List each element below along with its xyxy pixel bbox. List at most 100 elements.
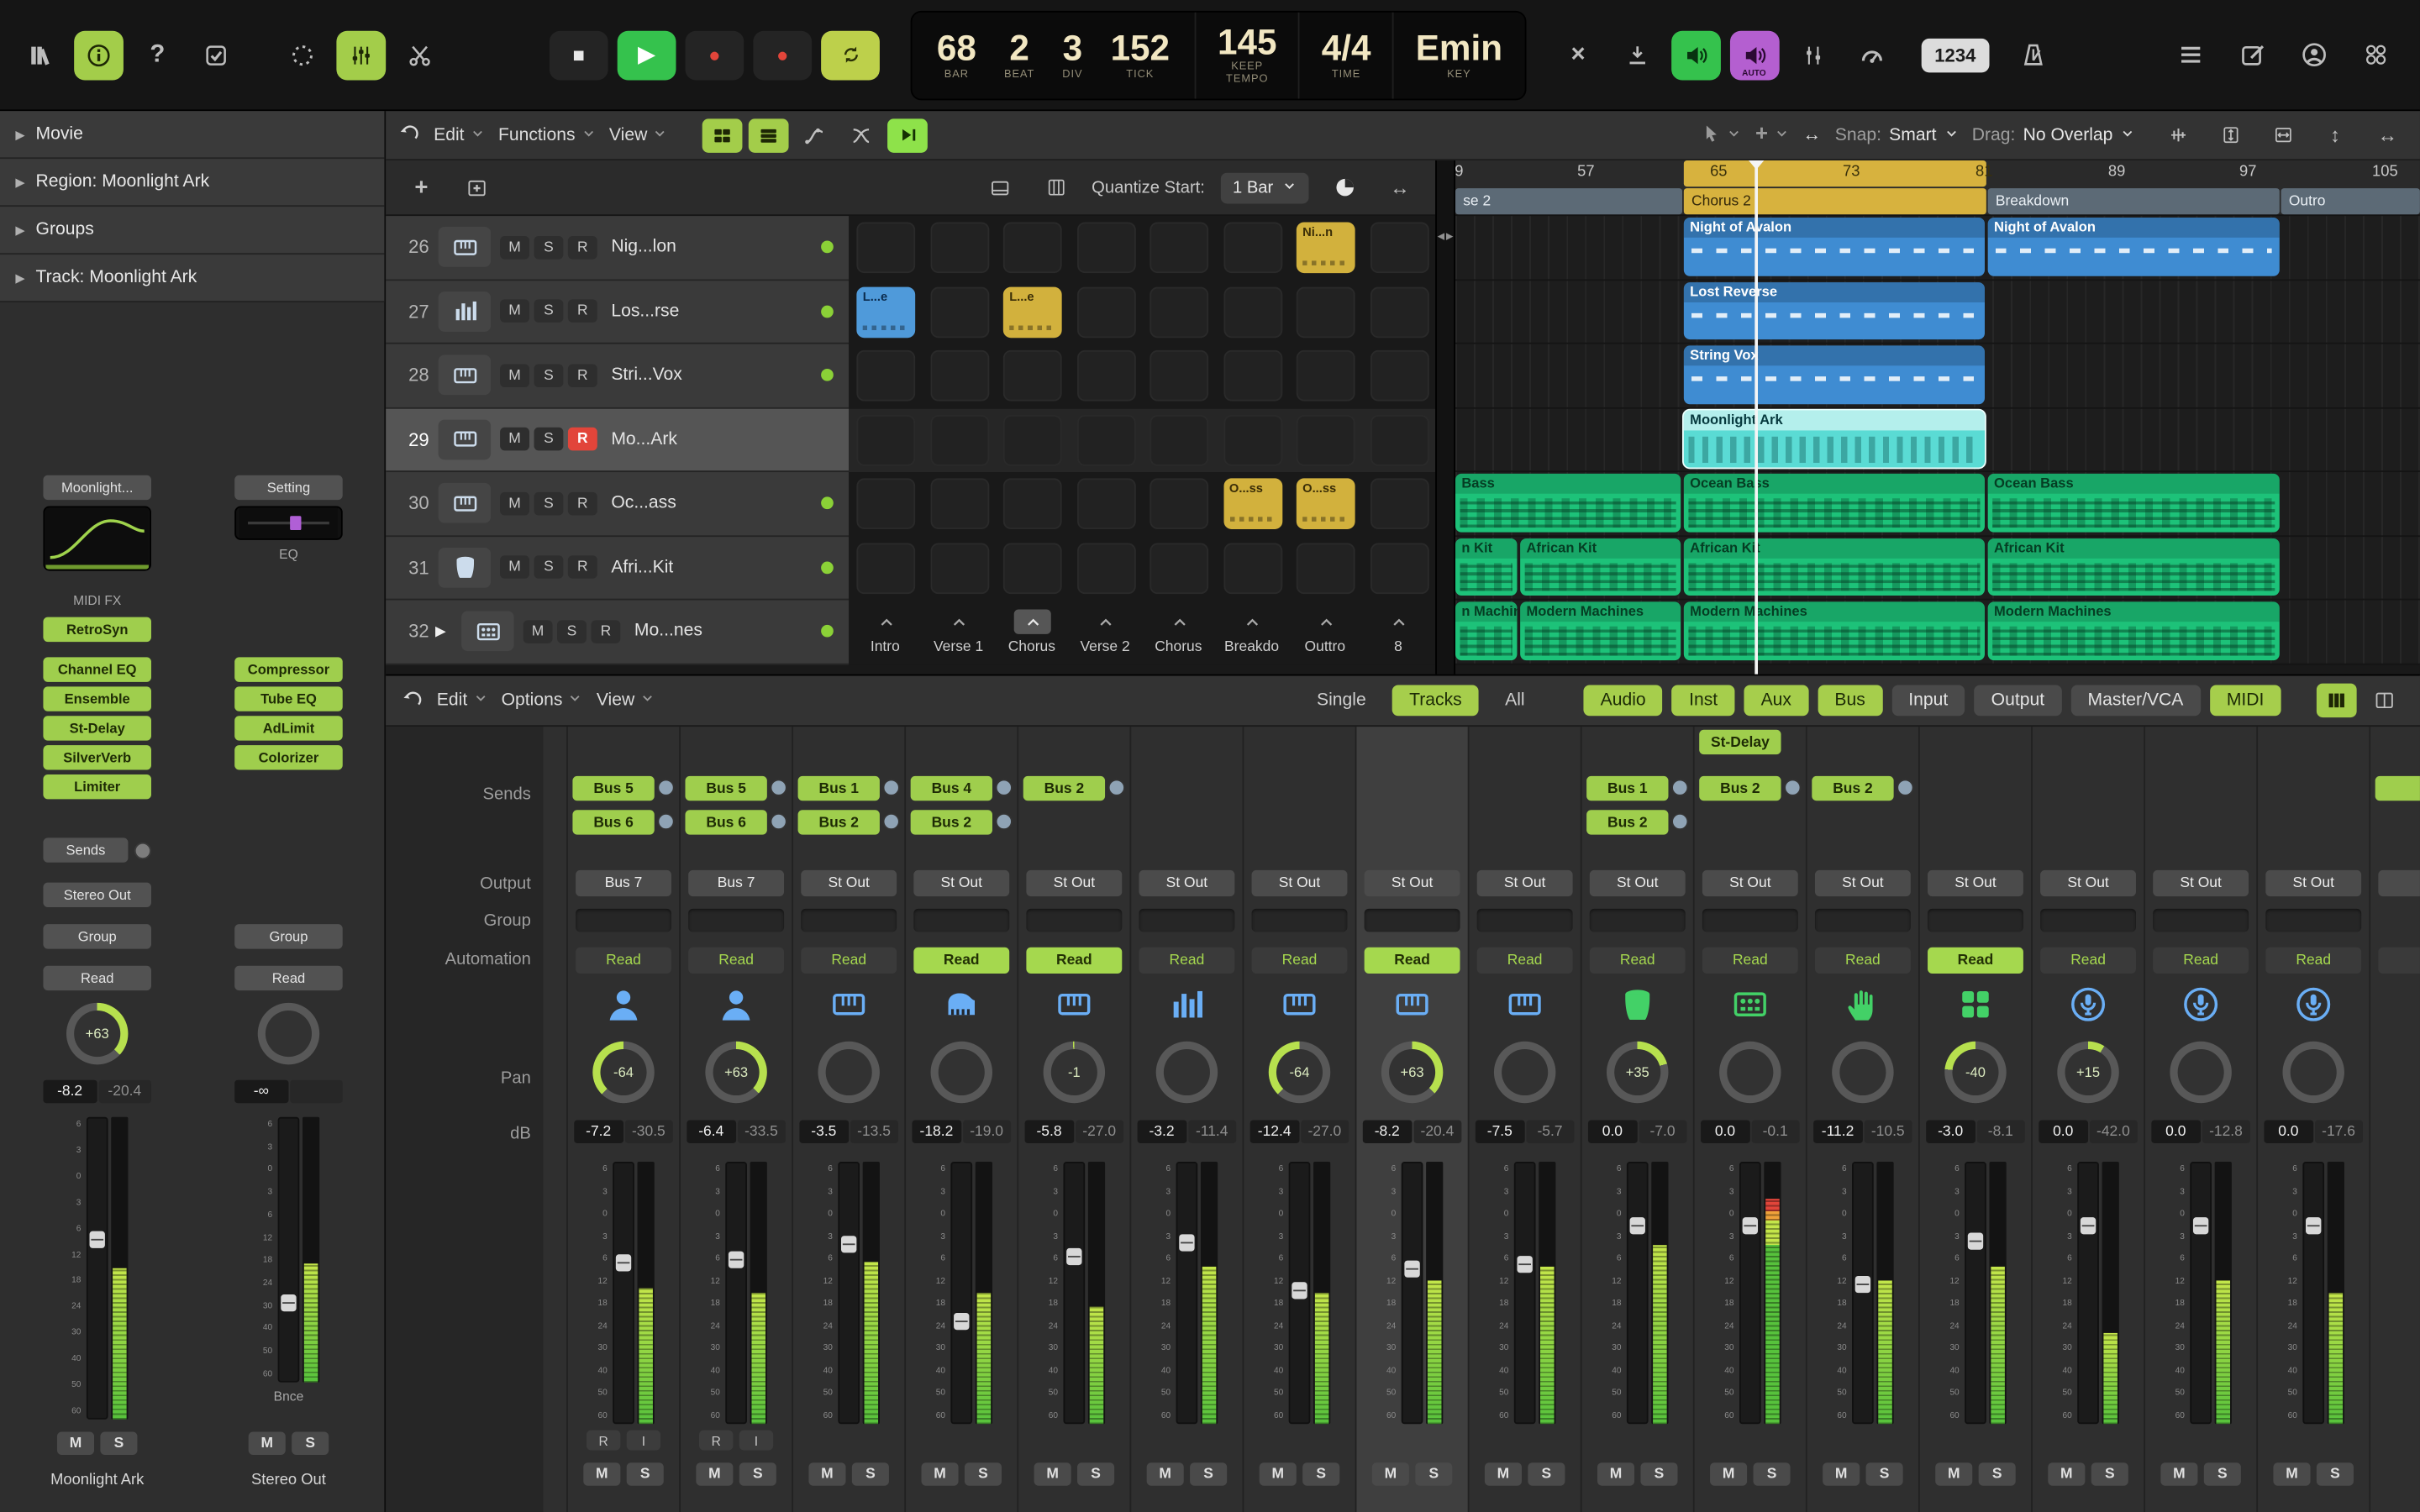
cell-play-icon[interactable]: ▶	[435, 623, 455, 638]
region[interactable]: Modern Machines	[1520, 601, 1681, 659]
automation-mode-slot[interactable]: Read	[1815, 948, 1911, 974]
channel-setting-button[interactable]: Moonlight...	[43, 475, 151, 500]
grid-button[interactable]	[702, 118, 743, 152]
mixer-channel-strip[interactable]: Bus 2St OutRead-1-5.8-27.063036121824304…	[1018, 727, 1131, 1512]
volume-fader[interactable]: 6303612182430405060	[234, 1117, 343, 1383]
empty-cell-slot[interactable]	[930, 478, 989, 529]
empty-cell-slot[interactable]	[1370, 286, 1428, 338]
scene-trigger-button[interactable]	[1087, 609, 1124, 633]
record-enable-button[interactable]: R	[568, 364, 597, 387]
solo-button[interactable]: S	[1866, 1462, 1903, 1486]
solo-button[interactable]: S	[1979, 1462, 2016, 1486]
region[interactable]: African Kit	[1684, 538, 1985, 596]
record-enable-button[interactable]: R	[699, 1431, 733, 1451]
empty-cell-slot[interactable]	[1150, 286, 1208, 338]
solo-button[interactable]: S	[852, 1462, 889, 1486]
wavezoom-button[interactable]	[2158, 118, 2198, 152]
library-button[interactable]	[15, 30, 65, 80]
fader-cap[interactable]	[2080, 1217, 2095, 1234]
output-slot[interactable]: St Out	[2040, 870, 2136, 896]
automation-slot[interactable]: Read	[234, 966, 343, 990]
scene-name[interactable]: 8	[1362, 638, 1434, 655]
fader-track[interactable]	[1176, 1162, 1197, 1424]
mixer-mode-single[interactable]: Single	[1300, 685, 1383, 716]
send-knob[interactable]	[771, 813, 787, 830]
fader-cap[interactable]	[1967, 1233, 1982, 1250]
group-slot[interactable]	[1928, 909, 2023, 932]
group-slot[interactable]	[2040, 909, 2136, 932]
fader-track[interactable]	[86, 1117, 108, 1420]
vertical-zoom-slider[interactable]: ↕	[2315, 118, 2355, 152]
send-slot[interactable]: Bus 5	[572, 776, 654, 801]
fader-cap[interactable]	[1742, 1217, 1757, 1234]
solo-button[interactable]: S	[1190, 1462, 1227, 1486]
mute-button[interactable]: M	[500, 428, 529, 451]
lcd-tempo-segment[interactable]: 145 KEEPTEMPO	[1196, 12, 1300, 98]
add-track-button[interactable]	[457, 171, 497, 204]
pointer-tool-menu[interactable]	[1701, 123, 1741, 147]
mute-button[interactable]: M	[1147, 1462, 1184, 1486]
empty-cell-slot[interactable]	[1370, 350, 1428, 402]
empty-cell-slot[interactable]	[1297, 414, 1355, 465]
empty-cell-slot[interactable]	[856, 414, 915, 465]
empty-cell-slot[interactable]	[1003, 350, 1062, 402]
volume-fader[interactable]: 6303612182430405060	[43, 1117, 151, 1420]
lcd-display[interactable]: 68BAR 2BEAT 3DIV 152TICK 145 KEEPTEMPO 4…	[911, 10, 1526, 100]
send-knob[interactable]	[996, 813, 1013, 830]
mixer-channel-strip[interactable]: St OutRead+150.0-42.06303612182430405060…	[2033, 727, 2145, 1512]
instrument-slot[interactable]: RetroSyn	[43, 617, 151, 642]
empty-cell-slot[interactable]	[1370, 478, 1428, 529]
fader-cap[interactable]	[89, 1231, 104, 1248]
scene-name[interactable]: Chorus	[1142, 638, 1214, 655]
scene-name[interactable]: Breakdo	[1215, 638, 1287, 655]
fader-cap[interactable]	[615, 1254, 630, 1271]
region[interactable]: Modern Machines	[1684, 601, 1985, 659]
volume-fader[interactable]: 6303612182430405060	[568, 1162, 679, 1424]
send-knob[interactable]	[883, 780, 900, 796]
fader-cap[interactable]	[1854, 1276, 1870, 1293]
mute-button[interactable]: M	[1935, 1462, 1972, 1486]
xfade-button[interactable]	[842, 118, 882, 152]
send-slot[interactable]: Bus 1	[1586, 776, 1668, 801]
output-slot[interactable]: St Out	[1815, 870, 1911, 896]
speaker-button[interactable]	[1670, 30, 1720, 80]
mute-button[interactable]: M	[1034, 1462, 1071, 1486]
playhead[interactable]	[1754, 160, 1758, 675]
inspector-button[interactable]	[74, 30, 124, 80]
audio-fx-slot[interactable]: Channel EQ	[43, 657, 151, 681]
divider-left-icon[interactable]: ◀	[1438, 232, 1444, 675]
solo-button[interactable]: S	[1528, 1462, 1565, 1486]
fader-cap[interactable]	[1065, 1248, 1081, 1265]
mute-button[interactable]: M	[696, 1462, 733, 1486]
pan-knob[interactable]: -1	[1018, 1042, 1129, 1103]
output-slot[interactable]: St Out	[1139, 870, 1234, 896]
track-header-row[interactable]: 31MSRAfri...Kit	[386, 536, 849, 600]
clear-button[interactable]: ×	[1554, 30, 1603, 80]
empty-cell-slot[interactable]	[1370, 543, 1428, 594]
empty-cell-slot[interactable]	[1003, 543, 1062, 594]
pan-knob[interactable]	[1131, 1042, 1242, 1103]
mute-button[interactable]: M	[2273, 1462, 2310, 1486]
eq-thumbnail[interactable]	[234, 506, 343, 539]
scene-trigger-button[interactable]	[1381, 609, 1418, 633]
record-enable-button[interactable]: R	[587, 1431, 620, 1451]
send-knob[interactable]	[883, 813, 900, 830]
inspector-header-movie[interactable]: ▶Movie	[0, 111, 384, 159]
group-slot[interactable]	[1026, 909, 1122, 932]
send-slot[interactable]: Bus 1	[798, 776, 880, 801]
send-slot[interactable]: Bus 2	[1699, 776, 1781, 801]
volume-fader[interactable]: 6303612182430405060	[2145, 1162, 2256, 1424]
mixer-menu-options[interactable]: Options	[502, 691, 583, 710]
empty-cell-slot[interactable]	[1223, 543, 1282, 594]
fader-cap[interactable]	[280, 1294, 295, 1311]
scene-name[interactable]: Chorus	[996, 638, 1068, 655]
cell-progress-button[interactable]	[1324, 171, 1365, 204]
mixer-filter-midi[interactable]: MIDI	[2210, 685, 2281, 716]
instrument-thumbnail[interactable]	[43, 506, 151, 570]
arrangement-marker[interactable]: Outro	[2281, 188, 2420, 214]
audio-fx-slot[interactable]: AdLimit	[234, 716, 343, 740]
loop-cell[interactable]: O...ss	[1297, 478, 1355, 529]
pan-knob[interactable]	[234, 1003, 343, 1064]
empty-cell-slot[interactable]	[1076, 222, 1135, 273]
mixer-channel-strip[interactable]: Bus 1Bus 2St OutRead+350.0-7.06303612182…	[1582, 727, 1695, 1512]
